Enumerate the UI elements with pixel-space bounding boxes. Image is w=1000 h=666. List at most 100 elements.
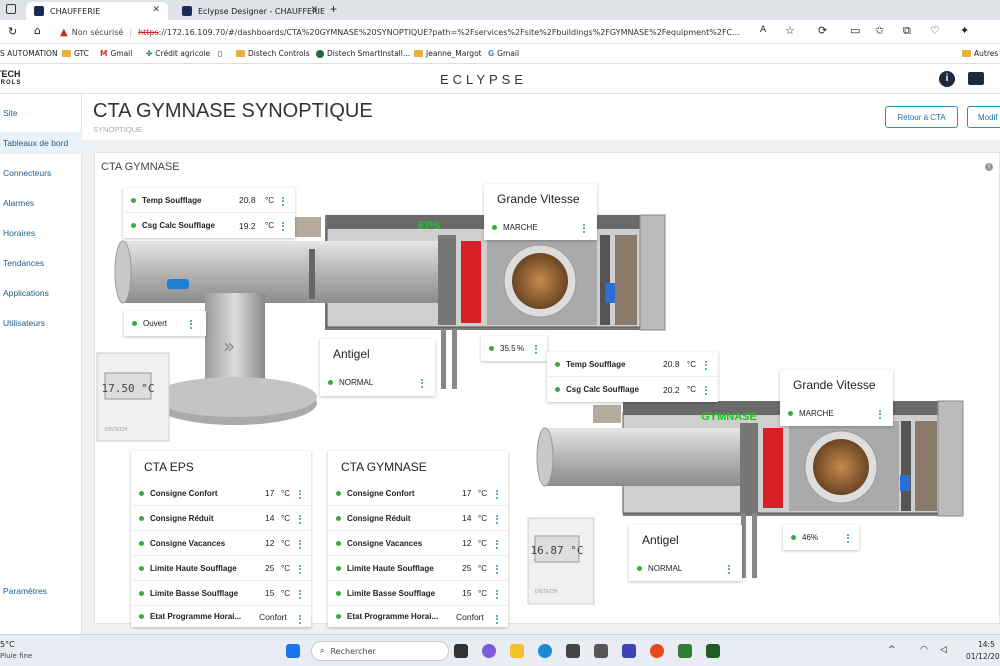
app-icon[interactable]	[706, 644, 720, 658]
url-field[interactable]: ▲ Non sécurisé | https ://172.16.109.70/…	[60, 23, 820, 41]
more-vert-icon[interactable]	[299, 513, 302, 525]
ahu-gymnase-label: GYMNASE	[701, 411, 757, 423]
edge-icon[interactable]	[538, 644, 552, 658]
copilot-icon[interactable]: ✦	[960, 24, 969, 37]
more-vert-icon[interactable]	[705, 359, 708, 371]
more-vert-icon[interactable]	[496, 488, 499, 500]
app-icon[interactable]	[594, 644, 608, 658]
file-explorer-icon[interactable]	[510, 644, 524, 658]
wifi-icon[interactable]: ◠	[920, 645, 928, 655]
info-icon[interactable]: i	[939, 71, 955, 87]
tab-eclypse-designer[interactable]: Eclypse Designer - CHAUFFERIE ✕	[174, 2, 326, 20]
browser-essentials-icon[interactable]: ♡	[930, 24, 940, 37]
row-value: NORMAL	[648, 564, 683, 573]
taskbar-search[interactable]: ⌕ Rechercher	[311, 641, 449, 661]
bookmark-distech-controls[interactable]: ▯	[218, 49, 222, 58]
tray-chevron-icon[interactable]: ^	[888, 645, 896, 655]
close-icon[interactable]: ✕	[310, 5, 318, 15]
more-vert-icon[interactable]	[299, 488, 302, 500]
clock-time[interactable]: 14:5	[978, 640, 995, 649]
windows-start-icon[interactable]	[286, 644, 300, 658]
sidebar-item-utilisateurs[interactable]: Utilisateurs	[3, 318, 45, 328]
more-vert-icon[interactable]	[190, 318, 193, 330]
bookmark-automation[interactable]: S AUTOMATION	[0, 49, 58, 58]
sidebar-item-tableaux-de-bord[interactable]: Tableaux de bord	[0, 132, 82, 154]
home-icon[interactable]: ⌂	[34, 24, 41, 37]
more-vert-icon[interactable]	[496, 513, 499, 525]
more-vert-icon[interactable]	[583, 222, 586, 234]
page-icon: ▯	[218, 49, 223, 58]
teams-icon[interactable]	[482, 644, 496, 658]
svg-text:»: »	[223, 334, 235, 358]
more-vert-icon[interactable]	[847, 532, 850, 544]
frost-protection-card-gymnase: Antigel NORMAL	[629, 525, 742, 581]
more-vert-icon[interactable]	[299, 588, 302, 600]
bookmark-credit-agricole[interactable]: ✤ Crédit agricole	[146, 49, 210, 58]
tab-actions-icon[interactable]	[6, 4, 16, 14]
bookmark-smartinstall[interactable]: Distech SmartInstall...	[316, 49, 410, 58]
collections-icon[interactable]: ⧉	[903, 24, 911, 38]
bookmark-gtc[interactable]: GTC	[62, 49, 89, 58]
refresh-icon[interactable]: ↻	[8, 25, 17, 38]
credit-agricole-icon: ✤	[146, 49, 153, 58]
sidebar-item-site[interactable]: Site	[3, 108, 18, 118]
task-view-icon[interactable]	[454, 644, 468, 658]
security-label[interactable]: Non sécurisé	[72, 28, 124, 37]
valve-position-card-gymnase: 46 %	[783, 525, 859, 550]
app-icon[interactable]	[678, 644, 692, 658]
eclypse-favicon-icon	[34, 6, 44, 16]
more-vert-icon[interactable]	[282, 195, 285, 207]
more-vert-icon[interactable]	[496, 538, 499, 550]
bookmark-gmail[interactable]: M Gmail	[100, 49, 132, 58]
row-label: Temp Soufflage	[566, 359, 626, 369]
row-unit: °C	[478, 513, 487, 523]
close-icon[interactable]: ✕	[152, 5, 160, 15]
more-vert-icon[interactable]	[535, 343, 538, 355]
mail-icon[interactable]	[566, 644, 580, 658]
list-item: 46 %	[783, 525, 859, 550]
chrome-icon[interactable]	[650, 644, 664, 658]
status-dot	[555, 387, 560, 392]
sidebar-item-horaires[interactable]: Horaires	[3, 228, 35, 238]
sidebar-item-applications[interactable]: Applications	[3, 288, 49, 298]
sidebar-item-alarmes[interactable]: Alarmes	[3, 198, 34, 208]
bookmark-other[interactable]: Autres	[962, 49, 998, 58]
volume-icon[interactable]: ◁	[940, 645, 947, 655]
brand-line2: TROLS	[0, 80, 22, 86]
weather-temp[interactable]: 5°C	[0, 640, 15, 649]
sidebar-item-parametres[interactable]: Paramètres	[3, 586, 47, 596]
split-screen-icon[interactable]: ▭	[850, 24, 860, 37]
more-vert-icon[interactable]	[879, 408, 882, 420]
gmail-icon: M	[100, 49, 108, 58]
more-vert-icon[interactable]	[282, 220, 285, 232]
more-vert-icon[interactable]	[705, 384, 708, 396]
tab-chaufferie[interactable]: CHAUFFERIE ✕	[26, 2, 168, 20]
more-vert-icon[interactable]	[299, 613, 302, 625]
more-vert-icon[interactable]	[299, 563, 302, 575]
favorites-icon[interactable]: ✩	[875, 24, 884, 37]
bookmark-gmail-2[interactable]: G Gmail	[488, 49, 519, 58]
back-to-cta-button[interactable]: Retour à CTA	[885, 106, 958, 128]
sidebar-item-connecteurs[interactable]: Connecteurs	[3, 168, 51, 178]
bookmark-jeanne-margot[interactable]: Jeanne_Margot	[414, 49, 482, 58]
card-title: CTA GYMNASE	[341, 460, 427, 474]
new-tab-icon[interactable]: +	[330, 2, 337, 16]
clock-date[interactable]: 01/12/202	[966, 652, 1000, 661]
more-vert-icon[interactable]	[496, 613, 499, 625]
sidebar-item-tendances[interactable]: Tendances	[3, 258, 44, 268]
row-value: 25	[265, 563, 275, 573]
more-vert-icon[interactable]	[496, 588, 499, 600]
favorite-star-icon[interactable]: ☆	[785, 24, 795, 37]
more-vert-icon[interactable]	[728, 563, 731, 575]
bookmark-distech-controls-folder[interactable]: Distech Controls	[236, 49, 310, 58]
more-vert-icon[interactable]	[496, 563, 499, 575]
app-icon[interactable]	[622, 644, 636, 658]
table-row: Etat Programme Horai... Confort	[328, 606, 508, 627]
extensions-icon[interactable]: ⟳	[818, 24, 827, 37]
more-vert-icon[interactable]	[299, 538, 302, 550]
url-scheme: https	[138, 27, 159, 37]
chat-icon[interactable]	[968, 72, 984, 85]
more-vert-icon[interactable]	[421, 377, 424, 389]
read-aloud-icon[interactable]: A	[760, 25, 766, 35]
modify-button[interactable]: Modif	[967, 106, 1000, 128]
